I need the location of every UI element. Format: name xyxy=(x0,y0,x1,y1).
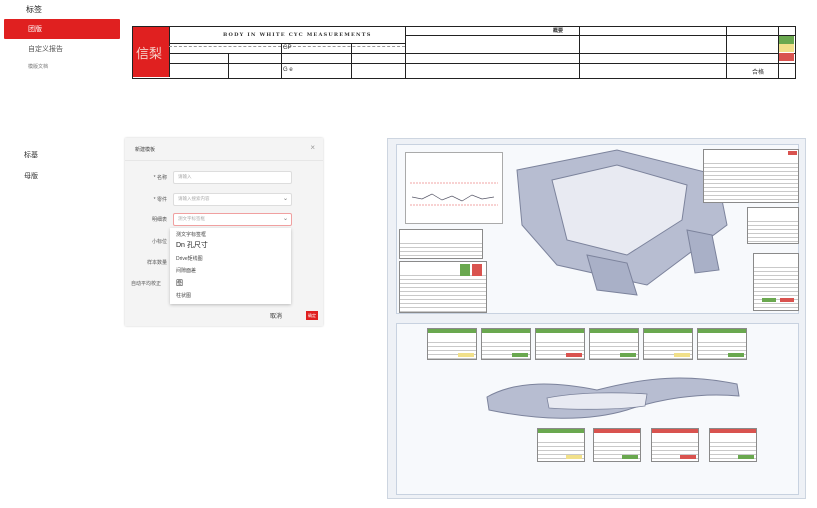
brand-text: 信梨 xyxy=(136,47,163,62)
dropdown-option[interactable]: Drive矩线图 xyxy=(176,255,203,262)
measure-table-thumb xyxy=(709,428,757,462)
dropdown-option[interactable]: Dn 孔尺寸 xyxy=(176,240,208,250)
measure-table-thumb xyxy=(481,328,531,360)
brand-logo: 信梨 xyxy=(133,27,170,77)
status-green-swatch xyxy=(778,36,794,44)
measure-table-thumb xyxy=(399,229,483,259)
measure-table-thumb xyxy=(399,261,487,313)
field-label-name: * 名称 xyxy=(153,175,167,181)
measure-table-thumb xyxy=(703,149,799,203)
report-panel-bottom xyxy=(396,323,799,495)
measure-table-thumb xyxy=(427,328,477,360)
measure-table-thumb xyxy=(747,207,799,244)
label-standard: 标基 xyxy=(24,152,38,159)
label-master: 母版 xyxy=(24,173,38,180)
chevron-down-icon: ⌄ xyxy=(282,216,288,222)
report-panel-top xyxy=(396,144,799,314)
measure-table-thumb xyxy=(537,428,585,462)
detail-select-placeholder: 测文字标签框 xyxy=(178,216,205,221)
measure-table-thumb xyxy=(593,428,641,462)
measure-table-thumb xyxy=(753,253,799,311)
cell-pass: 合格 xyxy=(752,70,765,76)
field-label-part: * 零件 xyxy=(153,197,167,203)
underbody-frame-3d-image xyxy=(486,377,740,419)
measure-table-thumb xyxy=(643,328,693,360)
dropdown-option[interactable]: 间隙面差 xyxy=(176,267,196,274)
cell-gp: GP xyxy=(283,45,292,51)
trend-chart-thumbnail xyxy=(405,152,503,224)
dropdown-option[interactable]: 测文字标签框 xyxy=(176,231,206,238)
report-header-sheet: 信梨 BODY IN WHITE CYC MEASUREMENTS 概要 GP … xyxy=(132,26,796,79)
dropdown-option[interactable]: 图 xyxy=(176,278,183,288)
confirm-button[interactable]: 确定 xyxy=(306,311,318,320)
nav-item-custom-report[interactable]: 自定义报告 xyxy=(28,44,63,54)
field-label-detail: 明细表 xyxy=(151,217,167,223)
nav-item-active[interactable]: 团版 xyxy=(4,19,120,39)
trend-chart-svg xyxy=(410,182,498,206)
summary-label: 概要 xyxy=(553,28,564,34)
document-title: BODY IN WHITE CYC MEASUREMENTS xyxy=(223,32,372,38)
name-input[interactable]: 请输入 xyxy=(173,171,292,184)
report-preview-image xyxy=(387,138,806,499)
modal-title: 新建模板 xyxy=(135,147,156,153)
part-select-placeholder: 请输入搜索内容 xyxy=(178,196,210,201)
status-yellow-swatch xyxy=(778,44,794,52)
measure-table-thumb xyxy=(697,328,747,360)
name-input-placeholder: 请输入 xyxy=(178,174,192,179)
cell-ge: G e xyxy=(283,67,293,73)
status-red-swatch xyxy=(778,53,794,61)
close-icon[interactable]: × xyxy=(310,143,315,152)
modal-header: 新建模板 × xyxy=(125,138,323,161)
field-label-position: 小标位 xyxy=(151,239,167,245)
cancel-button[interactable]: 取消 xyxy=(270,311,282,320)
chevron-down-icon: ⌄ xyxy=(282,196,288,202)
measure-table-thumb xyxy=(535,328,585,360)
measure-table-thumb xyxy=(651,428,699,462)
nav-item-active-label: 团版 xyxy=(28,26,42,33)
nav-item-template-doc[interactable]: 模版文档 xyxy=(28,63,48,70)
dropdown-option[interactable]: 柱状图 xyxy=(176,292,191,299)
detail-dropdown-menu: 测文字标签框 Dn 孔尺寸 Drive矩线图 间隙面差 图 柱状图 xyxy=(170,228,291,304)
auto-average-label: 自动平均校正 xyxy=(131,281,162,287)
measure-table-thumb xyxy=(589,328,639,360)
car-frame-3d-image xyxy=(516,149,728,296)
field-label-sample-count: 样本数量 xyxy=(146,260,167,266)
detail-select[interactable]: 测文字标签框 ⌄ xyxy=(173,213,292,226)
nav-title: 标签 xyxy=(26,5,42,14)
part-select[interactable]: 请输入搜索内容 ⌄ xyxy=(173,193,292,206)
